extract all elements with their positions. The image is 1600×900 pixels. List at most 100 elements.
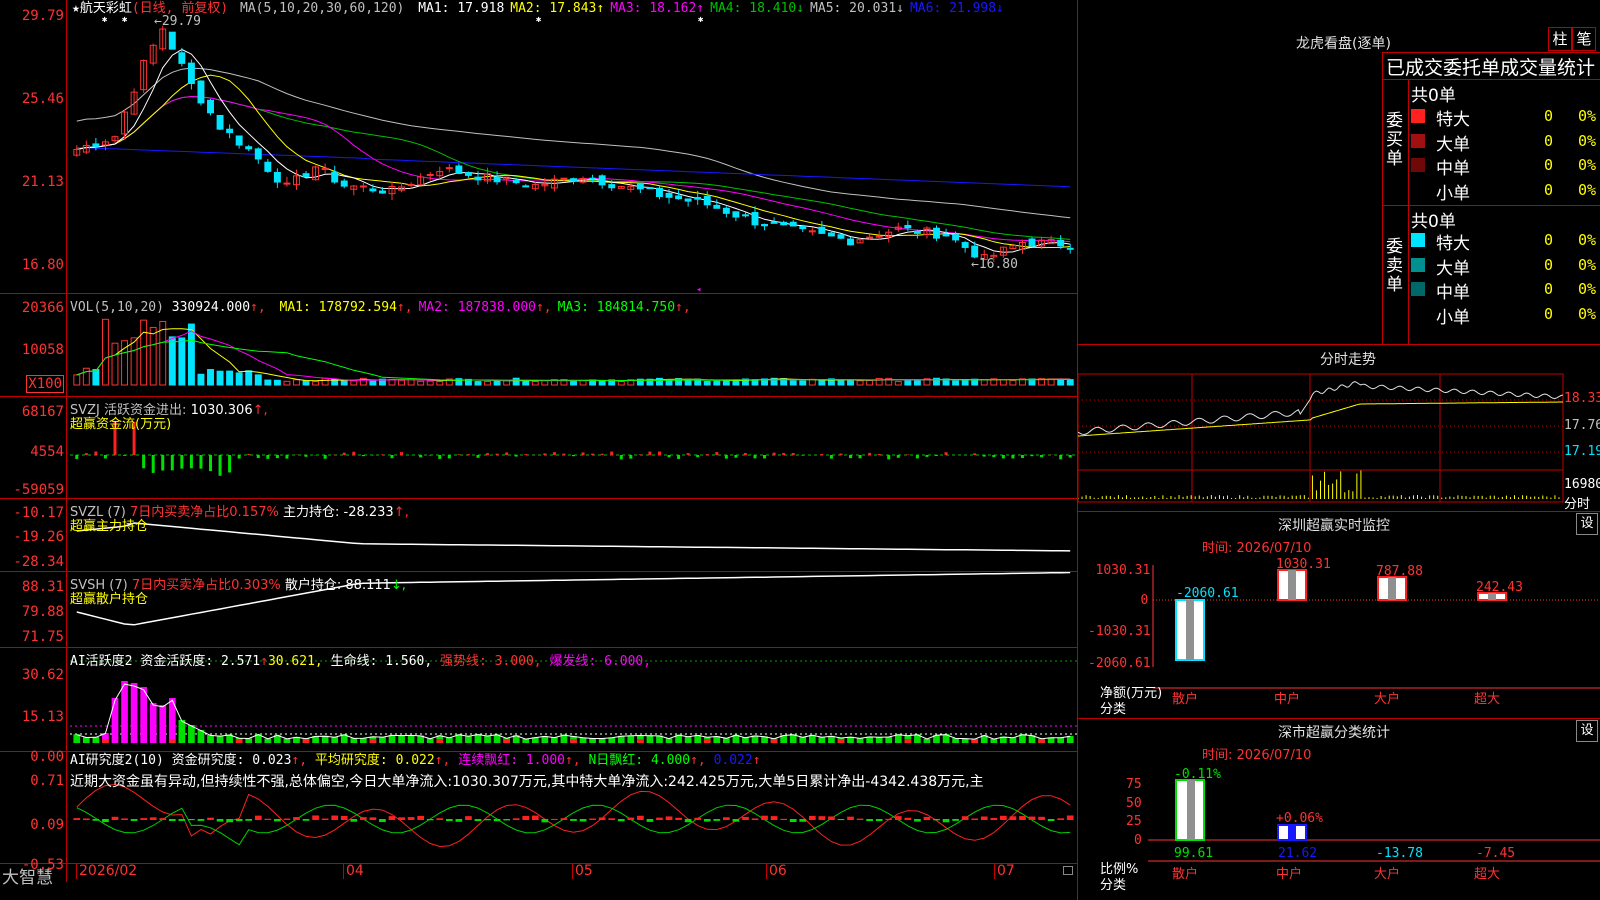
research-bar [894, 816, 902, 820]
research-bar [732, 819, 740, 822]
activity-bar [646, 735, 654, 743]
candle [187, 62, 195, 84]
intraday-title: 分时走势 [1320, 352, 1376, 368]
ratio-value: 21.62 [1278, 846, 1317, 861]
research-bar [713, 819, 721, 821]
candle [799, 225, 807, 230]
volume-bar [617, 380, 625, 386]
ai2-value4: 4.000 [650, 753, 691, 768]
volume-bar [866, 380, 874, 386]
ai1-name: AI活跃度2 [70, 654, 133, 669]
netflow-bar-shade [1288, 570, 1296, 600]
volume-bar [837, 379, 845, 386]
svzl-name: SVZL (7) [70, 505, 126, 520]
candle [560, 177, 568, 180]
research-bar [1057, 818, 1065, 820]
activity-bar [379, 736, 386, 743]
research-bar [111, 816, 119, 820]
research-bar [350, 819, 358, 822]
y-tick: 30.62 [21, 667, 64, 683]
category-label: 超大 [1474, 692, 1500, 707]
ratio-bar-shade [1288, 825, 1296, 840]
candle [952, 234, 960, 241]
stroke-mode-button[interactable]: 笔 [1572, 27, 1596, 51]
research-bar [474, 819, 482, 822]
size-swatch [1411, 133, 1425, 148]
ratio-value: -13.78 [1376, 846, 1423, 861]
netflow-label: 1030.31 [1276, 557, 1331, 572]
bar-mode-button[interactable]: 柱 [1548, 27, 1572, 51]
ai2-comment: 近期大资金虽有异动,但持续性不强,总体偏空,今日大单净流入:1030.307万元… [70, 774, 984, 790]
activity-bar [140, 687, 147, 743]
ratio-value: 99.61 [1174, 846, 1213, 861]
candle [464, 171, 472, 176]
svzl-value1: 0.157% [229, 505, 279, 520]
category-label: 大户 [1374, 866, 1400, 882]
activity-bar [1057, 737, 1065, 743]
volume-bar [474, 381, 482, 386]
candlestick-chart[interactable]: ←29.79←16.80✱ ✱ ✱ ✱◂ [66, 0, 1078, 294]
size-count: 0 [1544, 156, 1554, 174]
volume-bar [894, 381, 902, 386]
ai1-value1: 2.571 [220, 654, 261, 669]
research-bar [598, 817, 606, 820]
ai1-key3: 生命线: [330, 654, 378, 669]
candle [636, 182, 644, 190]
size-count: 0 [1544, 255, 1554, 274]
lock-icon[interactable] [1063, 866, 1073, 875]
vol-unit-button[interactable]: X100 [26, 375, 64, 393]
activity-mark [570, 739, 577, 743]
research-bar [140, 818, 147, 820]
research-bar [321, 818, 329, 820]
activity-bar [484, 735, 491, 743]
y-tick: -19.26 [13, 529, 64, 545]
size-swatch [1411, 233, 1425, 247]
svzj-header: SVZJ 活跃资金进出: 1030.306↑, [70, 403, 268, 418]
svsh-arrow: ↓, [390, 578, 406, 593]
candle [207, 99, 214, 114]
sc-settings-button[interactable]: 设 [1576, 720, 1598, 742]
research-bar [1047, 819, 1055, 822]
arrow: ↑, [535, 300, 552, 315]
svzl-key1: 7日内买卖净占比 [129, 505, 230, 520]
volume-bar [111, 342, 119, 386]
x-tick-label: 04 [343, 863, 364, 879]
activity-bar [875, 736, 883, 743]
size-percent: 0% [1578, 156, 1597, 174]
research-bar [847, 816, 854, 820]
research-bar [789, 819, 797, 822]
svzl-header: SVZL (7) 7日内买卖净占比0.157% 主力持仓: -28.233↑, [70, 505, 409, 520]
svsh-title: 超赢散户持仓 [70, 592, 149, 607]
event-marker-icon: ✱ [102, 15, 108, 25]
volume-bar [226, 370, 234, 386]
brand-label[interactable]: 大智慧 [2, 863, 53, 888]
research-bar [168, 819, 176, 821]
activity-bar [188, 725, 195, 743]
category-label: 超大 [1474, 867, 1500, 882]
candle [1066, 247, 1074, 250]
research-bar [531, 815, 539, 820]
research-bar [589, 818, 596, 820]
volume-bar [598, 380, 606, 386]
svzl-title: 超赢主力持仓 [70, 519, 149, 534]
intraday-chart[interactable] [1078, 370, 1600, 508]
volume-bar [426, 380, 434, 386]
research-bar [751, 818, 759, 820]
vol-ma-2: MA2: 187838.000 [418, 300, 536, 315]
y-tick: 20366 [21, 300, 64, 316]
research-bar [379, 819, 386, 823]
volume-bar [856, 380, 864, 386]
research-red-line [76, 783, 1071, 848]
candle [168, 31, 176, 50]
candle [961, 242, 969, 248]
volume-bar [1009, 380, 1017, 386]
activity-bar [207, 735, 214, 743]
research-bar [465, 816, 472, 820]
sz-settings-button[interactable]: 设 [1576, 513, 1598, 535]
research-bar [952, 819, 959, 821]
research-bar [73, 818, 81, 820]
activity-bar [130, 683, 138, 743]
candle [235, 135, 243, 146]
netflow-bar-shade [1388, 577, 1396, 600]
activity-bar [684, 736, 692, 743]
